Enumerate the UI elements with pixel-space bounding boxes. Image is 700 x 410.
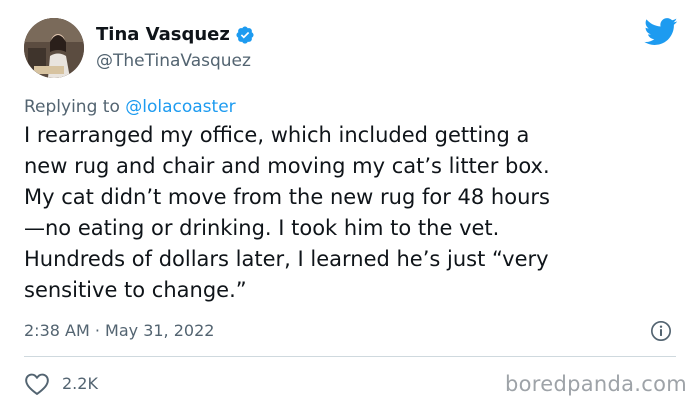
reply-mention-link[interactable]: @lolacoaster xyxy=(125,97,235,117)
tweet-line: I rearranged my office, which included g… xyxy=(24,123,530,147)
avatar[interactable] xyxy=(24,18,84,78)
tweet-line: Hundreds of dollars later, I learned he’… xyxy=(24,247,549,271)
twitter-bird-icon[interactable] xyxy=(644,18,678,46)
tweet-line: new rug and chair and moving my cat’s li… xyxy=(24,154,550,178)
verified-badge-icon xyxy=(236,26,254,44)
info-icon[interactable] xyxy=(650,320,672,342)
tweet-line: My cat didn’t move from the new rug for … xyxy=(24,185,550,209)
reply-context: Replying to @lolacoaster xyxy=(24,96,236,118)
tweet-timestamp[interactable]: 2:38 AM · May 31, 2022 xyxy=(24,320,214,342)
source-watermark: boredpanda.com xyxy=(505,372,688,396)
reply-prefix: Replying to xyxy=(24,97,126,117)
heart-icon[interactable] xyxy=(24,372,50,396)
avatar-photo xyxy=(24,18,84,78)
author-name[interactable]: Tina Vasquez xyxy=(96,24,255,46)
like-count: 2.2K xyxy=(62,374,98,393)
divider xyxy=(24,356,676,357)
author-name-text[interactable]: Tina Vasquez xyxy=(96,24,230,46)
author-handle[interactable]: @TheTinaVasquez xyxy=(96,50,251,72)
tweet-body: I rearranged my office, which included g… xyxy=(24,120,684,306)
tweet-line: —no eating or drinking. I took him to th… xyxy=(24,216,500,240)
tweet-line: sensitive to change.” xyxy=(24,278,247,302)
